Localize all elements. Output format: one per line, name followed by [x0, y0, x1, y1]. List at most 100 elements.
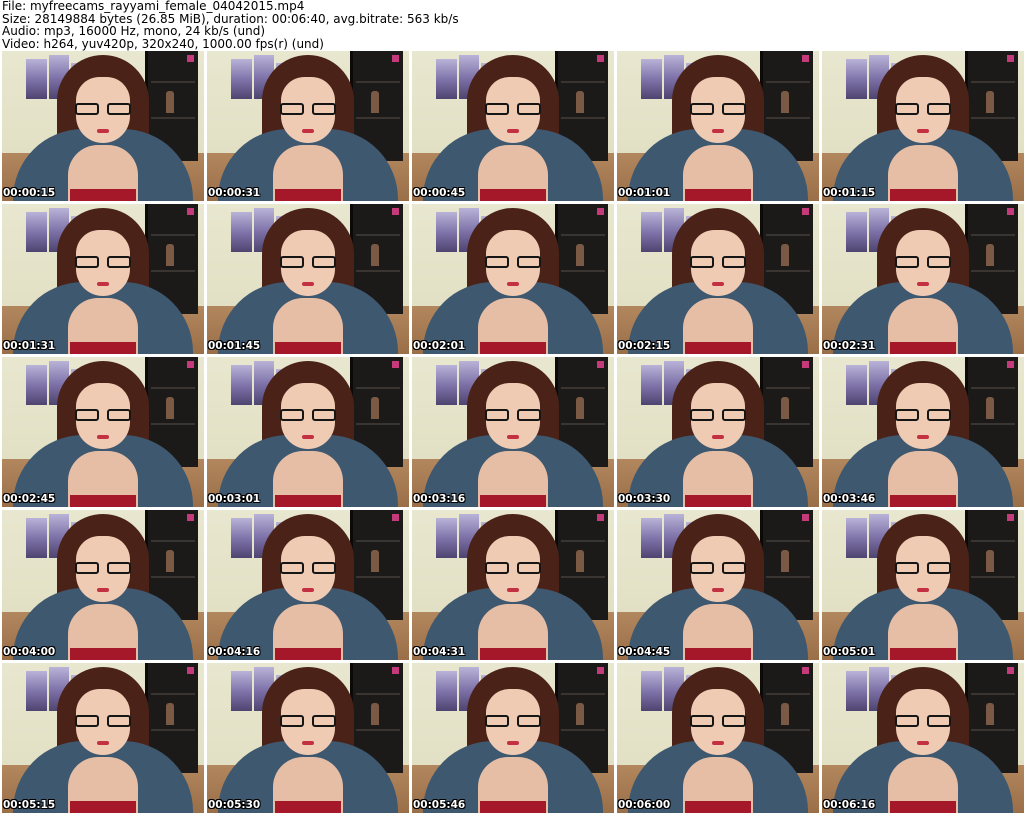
thumbnail-timestamp: 00:02:45 — [3, 493, 56, 505]
thumbnail-timestamp: 00:00:15 — [3, 187, 56, 199]
glasses — [690, 103, 746, 117]
video-thumbnail: 00:04:45 — [617, 510, 819, 660]
lips — [917, 129, 929, 133]
video-thumbnail: 00:03:16 — [412, 357, 614, 507]
lips — [302, 588, 314, 592]
lips — [302, 435, 314, 439]
red-top — [275, 801, 341, 813]
video-thumbnail: 00:05:46 — [412, 663, 614, 813]
thumbnail-timestamp: 00:04:45 — [618, 646, 671, 658]
video-thumbnail: 00:03:30 — [617, 357, 819, 507]
video-thumbnail: 00:01:31 — [2, 204, 204, 354]
video-thumbnail: 00:04:16 — [207, 510, 409, 660]
glasses — [485, 715, 541, 729]
glasses — [690, 256, 746, 270]
video-thumbnail: 00:01:01 — [617, 51, 819, 201]
lips — [507, 435, 519, 439]
video-thumbnail: 00:00:15 — [2, 51, 204, 201]
file-name-line: File: myfreecams_rayyami_female_04042015… — [2, 0, 305, 13]
glasses — [485, 256, 541, 270]
thumbnail-timestamp: 00:03:01 — [208, 493, 261, 505]
video-thumbnail: 00:04:31 — [412, 510, 614, 660]
lips — [712, 129, 724, 133]
red-top — [275, 495, 341, 507]
video-thumbnail: 00:03:46 — [822, 357, 1024, 507]
thumbnail-timestamp: 00:02:31 — [823, 340, 876, 352]
video-thumbnail: 00:01:45 — [207, 204, 409, 354]
glasses — [895, 562, 951, 576]
lips — [507, 282, 519, 286]
thumbnail-timestamp: 00:01:01 — [618, 187, 671, 199]
glasses — [895, 715, 951, 729]
thumbnail-timestamp: 00:04:00 — [3, 646, 56, 658]
thumbnail-timestamp: 00:05:30 — [208, 799, 261, 811]
glasses — [75, 562, 131, 576]
red-top — [70, 495, 136, 507]
lips — [712, 588, 724, 592]
thumbnail-timestamp: 00:00:45 — [413, 187, 466, 199]
glasses — [75, 256, 131, 270]
glasses — [485, 562, 541, 576]
video-thumbnail: 00:06:16 — [822, 663, 1024, 813]
red-top — [480, 189, 546, 201]
video-thumbnail: 00:04:00 — [2, 510, 204, 660]
lips — [712, 282, 724, 286]
glasses — [280, 409, 336, 423]
red-top — [275, 189, 341, 201]
glasses — [280, 256, 336, 270]
thumbnail-timestamp: 00:04:31 — [413, 646, 466, 658]
thumbnail-timestamp: 00:01:45 — [208, 340, 261, 352]
red-top — [890, 801, 956, 813]
lips — [507, 741, 519, 745]
glasses — [895, 103, 951, 117]
thumbnail-timestamp: 00:03:16 — [413, 493, 466, 505]
thumbnail-timestamp: 00:03:46 — [823, 493, 876, 505]
video-thumbnail: 00:05:15 — [2, 663, 204, 813]
lips — [507, 588, 519, 592]
video-info-line: Video: h264, yuv420p, 320x240, 1000.00 f… — [2, 36, 324, 51]
lips — [917, 435, 929, 439]
thumbnail-timestamp: 00:01:31 — [3, 340, 56, 352]
glasses — [690, 715, 746, 729]
red-top — [70, 342, 136, 354]
file-info-header: File: myfreecams_rayyami_female_04042015… — [2, 0, 459, 50]
red-top — [685, 648, 751, 660]
glasses — [895, 409, 951, 423]
glasses — [75, 103, 131, 117]
thumbnail-timestamp: 00:03:30 — [618, 493, 671, 505]
video-thumbnail: 00:02:31 — [822, 204, 1024, 354]
video-thumbnail: 00:03:01 — [207, 357, 409, 507]
glasses — [895, 256, 951, 270]
thumbnail-timestamp: 00:00:31 — [208, 187, 261, 199]
video-thumbnail: 00:00:45 — [412, 51, 614, 201]
lips — [917, 282, 929, 286]
glasses — [485, 103, 541, 117]
lips — [712, 741, 724, 745]
red-top — [890, 189, 956, 201]
video-thumbnail: 00:06:00 — [617, 663, 819, 813]
red-top — [480, 801, 546, 813]
lips — [712, 435, 724, 439]
thumbnail-timestamp: 00:01:15 — [823, 187, 876, 199]
red-top — [890, 495, 956, 507]
lips — [917, 588, 929, 592]
thumbnail-timestamp: 00:06:16 — [823, 799, 876, 811]
lips — [97, 588, 109, 592]
glasses — [75, 409, 131, 423]
red-top — [275, 342, 341, 354]
red-top — [480, 648, 546, 660]
red-top — [685, 801, 751, 813]
lips — [302, 282, 314, 286]
red-top — [685, 189, 751, 201]
thumbnail-timestamp: 00:04:16 — [208, 646, 261, 658]
thumbnail-timestamp: 00:05:01 — [823, 646, 876, 658]
glasses — [280, 103, 336, 117]
video-thumbnail: 00:00:31 — [207, 51, 409, 201]
red-top — [890, 648, 956, 660]
red-top — [685, 342, 751, 354]
red-top — [70, 648, 136, 660]
lips — [97, 129, 109, 133]
lips — [97, 435, 109, 439]
red-top — [685, 495, 751, 507]
lips — [97, 282, 109, 286]
